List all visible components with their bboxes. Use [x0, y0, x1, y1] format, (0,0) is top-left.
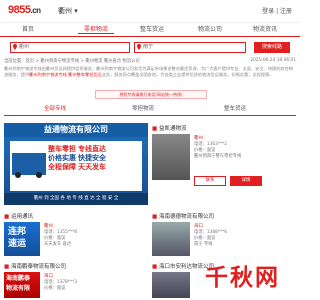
- nav-item-home[interactable]: 首页: [22, 24, 34, 33]
- notice-banner[interactable]: 想找专线请拨打电话(网站统一热线): [95, 90, 207, 99]
- section-title[interactable]: ■ 益凯通物流: [152, 124, 186, 132]
- from-city-input[interactable]: 衢州: [10, 42, 130, 53]
- section-title-text: 益凯通物流: [158, 126, 187, 132]
- nav-item-news[interactable]: 物流资讯: [253, 24, 277, 33]
- section-title-text: 海南鹏泰物流有限公司: [10, 264, 66, 270]
- ad-slogans: 整车零担 专线直达 价格实惠 快捷安全 全程保障 天天发车: [48, 145, 140, 172]
- intro-paragraph: 衢州到南宁物流专线由衢州货运网提供信息服务，衢州到南宁物流公司发货为满足市场需求…: [4, 66, 296, 78]
- filter-tabs: 全部专线 零担物流 整车货运: [4, 103, 296, 116]
- city-selector[interactable]: 衢州 ▾: [58, 6, 78, 16]
- section-title-text: 运用通讯: [10, 214, 33, 220]
- publish-date: 2025-06-24 18:46:01: [250, 58, 296, 63]
- listing-thumbnail[interactable]: 连邦 速运: [4, 222, 40, 256]
- listing-info: 衢州 电话：1355***8 价格：面议 天天发车 直达: [44, 224, 144, 248]
- listing-thumbnail[interactable]: [152, 272, 190, 298]
- tab-all-lines[interactable]: 全部专线: [44, 104, 66, 112]
- nav-item-ftl[interactable]: 整车货运: [140, 24, 164, 33]
- city-label: 衢州: [58, 7, 72, 15]
- listing-desc: 衢州到南宁整车零担专线: [194, 154, 242, 159]
- listing-desc: 南宁 专线: [194, 242, 213, 247]
- site-logo[interactable]: 9855.cn: [8, 4, 41, 16]
- logo-suffix: .cn: [30, 6, 41, 15]
- list-icon: ■: [152, 126, 158, 132]
- intro-text-b: 业务，服务网点覆盖全国各地。为各类企业提供优质的物流货运服务，价格实惠，全程保障…: [101, 72, 274, 77]
- location-pin-icon: [13, 44, 17, 50]
- listing-info: 海口 电话：1378***3 价格：面议: [44, 274, 144, 292]
- truck-icon: [12, 153, 46, 178]
- tab-ftl[interactable]: 整车货运: [224, 104, 246, 112]
- list-icon: ■: [152, 214, 158, 220]
- location-pin-icon: [137, 44, 141, 50]
- from-city-value: 衢州: [19, 44, 30, 50]
- breadcrumb-text[interactable]: 当前位置：首页 > 衢州到南宁物流专线 > 衢州物流 衢州直达 物流公司: [4, 59, 140, 64]
- ad-body: 整车零担 专线直达 价格实惠 快捷安全 全程保障 天天发车: [10, 141, 142, 191]
- breadcrumb: 当前位置：首页 > 衢州到南宁物流专线 > 衢州物流 衢州直达 物流公司 202…: [4, 58, 296, 64]
- list-icon: ■: [152, 264, 158, 270]
- listing-desc: 天天发车 直达: [44, 242, 72, 247]
- ad-title: 益通物流有限公司: [4, 123, 148, 137]
- nav-item-ltl[interactable]: 零担物流: [78, 24, 115, 34]
- call-button[interactable]: 联系: [194, 176, 226, 186]
- listing-info: 海口 电话：1388***6 价格：面议 南宁 专线: [194, 224, 294, 248]
- list-icon: ■: [4, 264, 10, 270]
- badge-line-1: 连邦: [8, 227, 27, 237]
- badge-line-1: 海南鹏泰: [6, 275, 31, 282]
- listing-thumbnail[interactable]: [152, 222, 190, 256]
- badge-line-2: 速运: [8, 239, 27, 249]
- ad-slogan-2: 价格实惠 快捷安全: [48, 155, 106, 162]
- watermark: 千秋网: [205, 264, 280, 290]
- ad-slogan-1: 整车零担 专线直达: [48, 146, 106, 153]
- featured-ad[interactable]: 益通物流有限公司 整车零担 专线直达 价格实惠 快捷安全 全程保障 天天发车 衢…: [4, 123, 148, 205]
- logo-text: 9855: [8, 4, 31, 16]
- listing-thumbnail[interactable]: [152, 134, 190, 180]
- section-title[interactable]: ■ 运用通讯: [4, 212, 33, 220]
- to-city-input[interactable]: 南宁: [134, 42, 246, 53]
- main-nav: 首页 零担物流 整车货运 物流公司 物流资讯: [0, 22, 300, 37]
- intro-highlight: 衢州到南宁物流专线 衢州整车零担货运: [29, 72, 102, 77]
- nav-item-companies[interactable]: 物流公司: [198, 24, 222, 33]
- ad-footer: 衢州 到 全国 各 地 专 线 直 达 全 程 安 全: [4, 193, 148, 205]
- section-title-text: 海南德德物流有限公司: [158, 214, 214, 220]
- listing-info: 衢州 电话：1363***2 价格：面议 衢州到南宁整车零担专线: [194, 136, 294, 160]
- tab-ltl[interactable]: 零担物流: [132, 104, 154, 112]
- section-title[interactable]: ■ 海南鹏泰物流有限公司: [4, 262, 66, 270]
- auth-links[interactable]: 登录 | 注册: [262, 6, 292, 15]
- chevron-down-icon: ▾: [74, 7, 78, 15]
- ad-slogan-3: 全程保障 天天发车: [48, 164, 106, 171]
- listing-thumbnail[interactable]: 海南鹏泰 物流有限: [4, 272, 40, 298]
- to-city-value: 南宁: [143, 44, 154, 50]
- list-icon: ■: [4, 214, 10, 220]
- listing-price: 价格：面议: [44, 286, 66, 291]
- search-button[interactable]: 搜索线路: [254, 42, 290, 53]
- detail-button[interactable]: 详情: [230, 176, 262, 186]
- section-title[interactable]: ■ 海南德德物流有限公司: [152, 212, 214, 220]
- route-search: 衢州 南宁 搜索线路: [10, 42, 290, 53]
- badge-line-2: 物流有限: [6, 285, 31, 292]
- top-bar: 9855.cn 衢州 ▾ 登录 | 注册: [0, 0, 300, 23]
